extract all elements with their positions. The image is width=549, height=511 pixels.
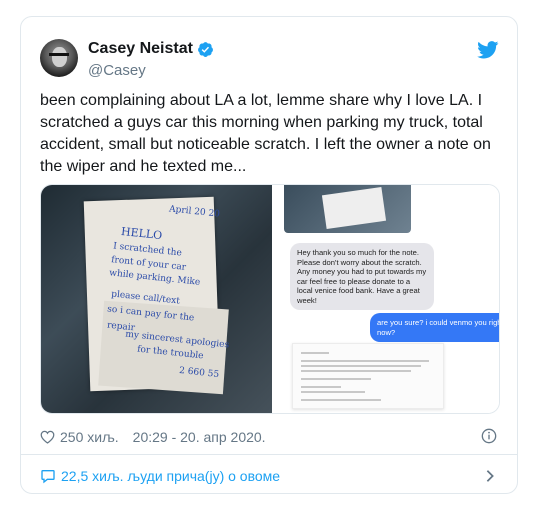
tweet-text: been complaining about LA a lot, lemme s… — [40, 92, 491, 175]
info-icon[interactable] — [481, 428, 497, 444]
speech-bubble-icon — [41, 470, 55, 484]
tweet-stats: 250 хиљ. 20:29 - 20. апр 2020. — [40, 429, 266, 445]
author-name[interactable]: Casey Neistat — [88, 40, 193, 58]
verified-badge-icon — [198, 41, 213, 57]
divider — [21, 454, 517, 455]
avatar-glasses — [49, 53, 69, 62]
author-row[interactable]: Casey Neistat — [88, 40, 214, 58]
heart-icon[interactable] — [40, 430, 55, 444]
author-handle[interactable]: @Casey — [88, 62, 146, 79]
twitter-bird-icon[interactable] — [477, 41, 499, 59]
conversation-link[interactable]: 22,5 хиљ. људи прича(ју) о овоме — [40, 468, 280, 484]
tweet-timestamp[interactable]: 20:29 - 20. апр 2020. — [133, 429, 266, 445]
message-received: Hey thank you so much for the note. Plea… — [290, 243, 434, 310]
paper-scrap — [321, 186, 387, 230]
note-photo-thumb — [284, 185, 411, 233]
conversation-text: 22,5 хиљ. људи прича(ју) о овоме — [61, 468, 281, 484]
media-grid: April 20 20 HELLO I scratched the front … — [40, 184, 500, 414]
chevron-right-icon[interactable] — [485, 469, 495, 483]
food-bank-letter — [292, 343, 444, 409]
photo-text-conversation[interactable]: Hey thank you so much for the note. Plea… — [274, 185, 499, 413]
avatar[interactable] — [40, 39, 78, 77]
photo-note-on-windshield[interactable]: April 20 20 HELLO I scratched the front … — [41, 185, 272, 413]
message-sent: are you sure? i could venmo you right no… — [370, 313, 499, 342]
like-count[interactable]: 250 хиљ. — [60, 429, 119, 445]
tweet-card: Casey Neistat @Casey been complaining ab… — [20, 16, 518, 494]
